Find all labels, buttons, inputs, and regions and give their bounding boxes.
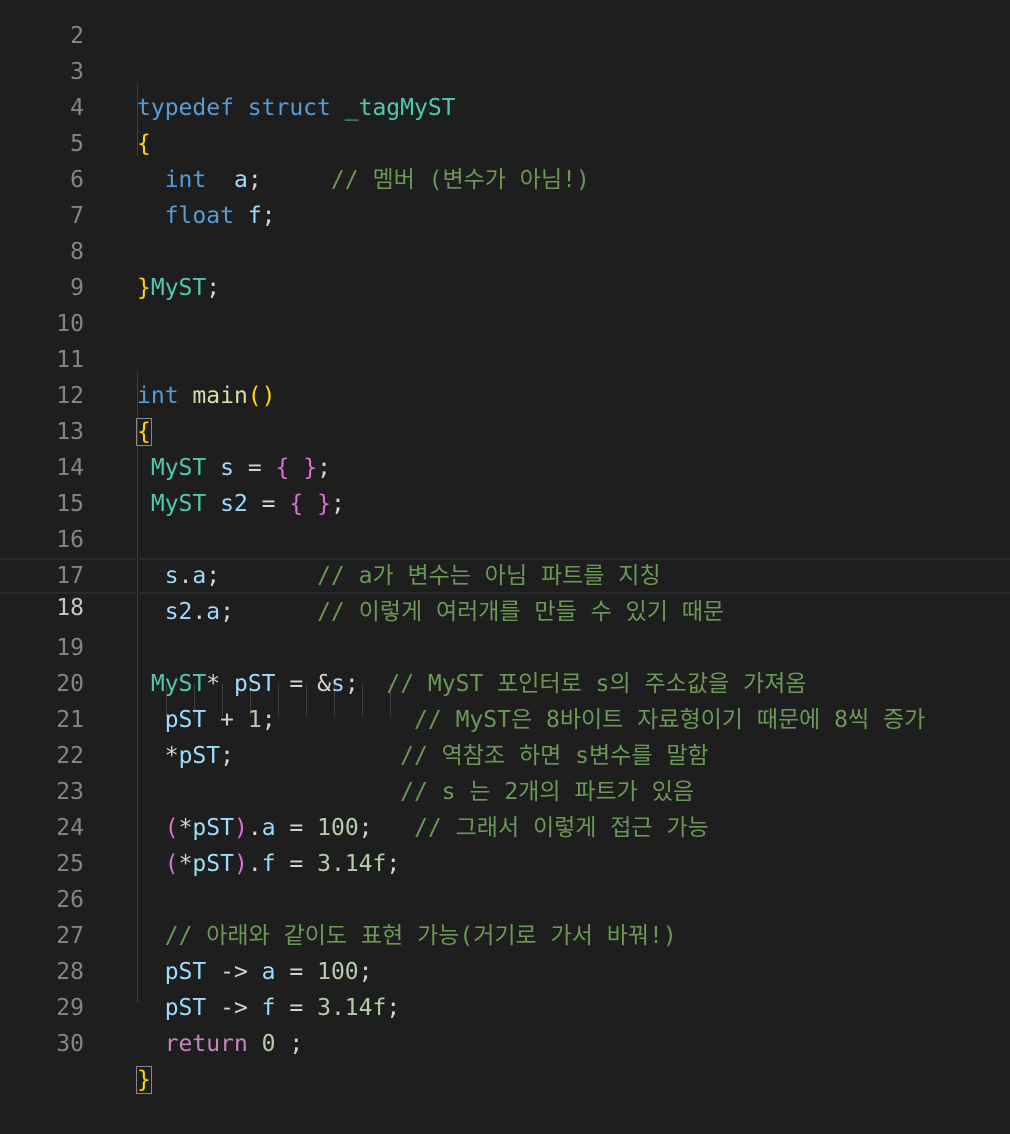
code-line[interactable]: 27 pST -> a = 100; <box>0 882 1010 985</box>
control-keyword-token: return <box>164 1031 248 1057</box>
code-line[interactable]: 2 <box>0 0 1010 49</box>
code-line[interactable]: 6 float f; <box>0 126 1010 229</box>
code-line[interactable]: 21 *pST; // 역참조 하면 s변수를 말함 <box>0 666 1010 769</box>
code-line[interactable]: 3 typedef struct _tagMyST <box>0 18 1010 121</box>
code-line[interactable]: 14 MyST s2 = { }; <box>0 414 1010 517</box>
code-line[interactable]: 23 (*pST).a = 100; // 그래서 이렇게 접근 가능 <box>0 738 1010 841</box>
code-line[interactable]: 24 (*pST).f = 3.14f; <box>0 774 1010 877</box>
number-token: 0 <box>261 1031 276 1057</box>
code-line[interactable]: 22 // s 는 2개의 파트가 있음 <box>0 702 1010 805</box>
code-line[interactable]: 19 MyST* pST = &s; // MyST 포인터로 s의 주소값을 … <box>0 594 1010 697</box>
code-line[interactable]: 12 { <box>0 342 1010 446</box>
code-line[interactable]: 16 s.a; // a가 변수는 아님 파트를 지칭 <box>0 486 1010 589</box>
code-text: return 0 ; <box>137 1026 304 1062</box>
line-number: 30 <box>56 1031 84 1057</box>
code-editor[interactable]: 2 3 typedef struct _tagMyST 4 { 5 int a;… <box>0 0 1010 1094</box>
code-text: } <box>136 1062 152 1098</box>
punctuation-token: ; <box>289 1031 304 1057</box>
code-line[interactable]: 11 int main() <box>0 306 1010 409</box>
code-line[interactable]: 26 // 아래와 같이도 표현 가능(거기로 가서 바꿔!) <box>0 846 1010 949</box>
code-line[interactable]: 17 s2.a; // 이렇게 여러개를 만들 수 있기 때문 <box>0 522 1010 625</box>
code-line[interactable]: 4 { <box>0 54 1010 157</box>
code-line[interactable]: 20 pST + 1; // MyST은 8바이트 자료형이기 때문에 8씩 증… <box>0 630 1010 733</box>
code-line[interactable]: 8 }MyST; <box>0 198 1010 301</box>
code-line[interactable]: 25 <box>0 810 1010 877</box>
code-line[interactable]: 5 int a; // 멤버 (변수가 아님!) <box>0 90 1010 193</box>
code-line[interactable]: 9 <box>0 234 1010 301</box>
code-line[interactable]: 30 } <box>0 990 1010 1094</box>
code-line[interactable]: 28 pST -> f = 3.14f; <box>0 918 1010 1021</box>
code-line[interactable]: 15 <box>0 450 1010 517</box>
current-code-line[interactable]: 18 <box>0 558 1010 621</box>
code-line[interactable]: 10 <box>0 270 1010 337</box>
code-line[interactable]: 29 return 0 ; <box>0 954 1010 1057</box>
code-line[interactable]: 7 <box>0 162 1010 229</box>
code-line[interactable]: 13 MyST s = { }; <box>0 378 1010 481</box>
brace-token-matched: } <box>136 1066 152 1094</box>
